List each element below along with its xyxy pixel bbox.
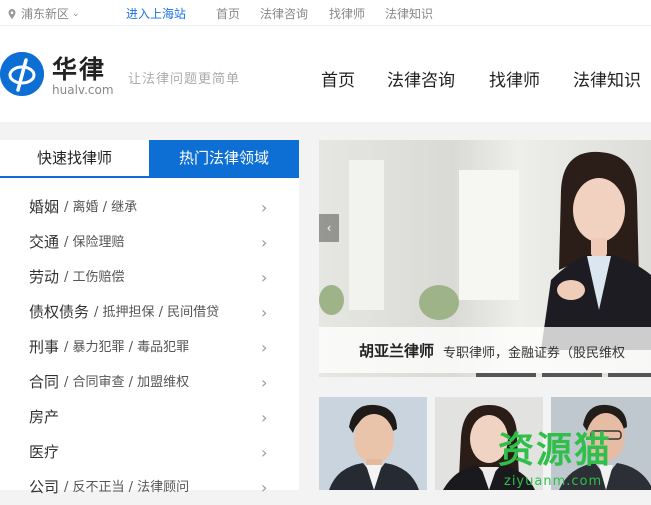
- top-utility-bar: 浦东新区 ⌄ 进入上海站 首页 法律咨询 找律师 法律知识: [0, 0, 651, 26]
- carousel-dot[interactable]: [476, 373, 536, 377]
- carousel-prev-button[interactable]: ‹: [319, 214, 339, 242]
- location-label: 浦东新区: [21, 7, 70, 21]
- location-selector[interactable]: 浦东新区 ⌄: [6, 5, 80, 22]
- category-main[interactable]: 债权债务: [29, 295, 89, 330]
- category-subs[interactable]: / 暴力犯罪 / 毒品犯罪: [64, 330, 189, 365]
- chevron-right-icon: ›: [261, 338, 268, 357]
- top-nav-find-lawyer[interactable]: 找律师: [329, 5, 365, 22]
- category-subs[interactable]: / 抵押担保 / 民间借贷: [94, 295, 219, 330]
- panel-tabs: 快速找律师 热门法律领域: [0, 140, 299, 178]
- category-item[interactable]: 婚姻 / 离婚 / 继承 ›: [0, 190, 299, 225]
- lawyer-photo-image: [319, 397, 427, 490]
- category-item[interactable]: 房产 ›: [0, 400, 299, 435]
- category-main[interactable]: 公司: [29, 470, 59, 505]
- top-nav-knowledge[interactable]: 法律知识: [385, 5, 433, 22]
- category-main[interactable]: 房产: [29, 400, 59, 435]
- brand-name[interactable]: 华律: [52, 50, 106, 86]
- chevron-down-icon: ⌄: [72, 8, 80, 19]
- brand-domain: hualv.com: [52, 83, 114, 97]
- plant-decor: [419, 285, 459, 320]
- category-item[interactable]: 债权债务 / 抵押担保 / 民间借贷 ›: [0, 295, 299, 330]
- tab-quick-find-lawyer[interactable]: 快速找律师: [0, 140, 149, 176]
- featured-lawyer-banner[interactable]: ‹ 胡亚兰律师 专职律师，金融证券（股民维权: [319, 140, 651, 377]
- category-main[interactable]: 婚姻: [29, 190, 59, 225]
- site-header: 华律 hualv.com 让法律问题更简单 首页 法律咨询 找律师 法律知识: [0, 26, 651, 122]
- category-subs[interactable]: / 保险理赔: [64, 225, 125, 260]
- chevron-right-icon: ›: [261, 268, 268, 287]
- enter-station-link[interactable]: 进入上海站: [126, 5, 186, 22]
- chevron-right-icon: ›: [261, 478, 268, 497]
- tab-hot-legal-areas[interactable]: 热门法律领域: [149, 140, 299, 176]
- category-item[interactable]: 刑事 / 暴力犯罪 / 毒品犯罪 ›: [0, 330, 299, 365]
- svg-text:资源猫: 资源猫: [498, 430, 612, 470]
- carousel-dot[interactable]: [608, 373, 651, 377]
- category-subs[interactable]: / 离婚 / 继承: [64, 190, 137, 225]
- svg-text:ziyuanm.com: ziyuanm.com: [504, 474, 602, 488]
- main-nav-home[interactable]: 首页: [321, 66, 355, 91]
- top-nav-consult[interactable]: 法律咨询: [260, 5, 308, 22]
- category-item[interactable]: 合同 / 合同审查 / 加盟维权 ›: [0, 365, 299, 400]
- category-main[interactable]: 合同: [29, 365, 59, 400]
- category-subs[interactable]: / 合同审查 / 加盟维权: [64, 365, 189, 400]
- category-item[interactable]: 医疗 ›: [0, 435, 299, 470]
- chevron-right-icon: ›: [261, 443, 268, 462]
- carousel-dot[interactable]: [542, 373, 602, 377]
- plant-decor: [319, 285, 344, 315]
- chevron-right-icon: ›: [261, 198, 268, 217]
- category-main[interactable]: 交通: [29, 225, 59, 260]
- banner-decor: [459, 170, 519, 300]
- category-main[interactable]: 刑事: [29, 330, 59, 365]
- slogan: 让法律问题更简单: [128, 72, 241, 87]
- lawyer-name[interactable]: 胡亚兰律师: [359, 340, 434, 361]
- category-item[interactable]: 劳动 / 工伤赔偿 ›: [0, 260, 299, 295]
- lawyer-description: 专职律师，金融证券（股民维权: [443, 346, 626, 361]
- main-nav-knowledge[interactable]: 法律知识: [573, 66, 641, 91]
- chevron-right-icon: ›: [261, 233, 268, 252]
- chevron-right-icon: ›: [261, 408, 268, 427]
- category-subs[interactable]: / 工伤赔偿: [64, 260, 125, 295]
- watermark-url: ziyuanm.com: [504, 472, 614, 492]
- main-nav-find-lawyer[interactable]: 找律师: [489, 66, 540, 91]
- category-main[interactable]: 医疗: [29, 435, 59, 470]
- banner-decor: [349, 160, 384, 310]
- chevron-right-icon: ›: [261, 373, 268, 392]
- main-nav-consult[interactable]: 法律咨询: [387, 66, 455, 91]
- chevron-right-icon: ›: [261, 303, 268, 322]
- category-subs[interactable]: / 反不正当 / 法律顾问: [64, 470, 189, 505]
- category-item[interactable]: 交通 / 保险理赔 ›: [0, 225, 299, 260]
- lawyer-portrait-image: [541, 151, 651, 350]
- legal-area-panel: 快速找律师 热门法律领域 婚姻 / 离婚 / 继承 › 交通 / 保险理赔 › …: [0, 140, 299, 497]
- banner-caption: 胡亚兰律师 专职律师，金融证券（股民维权: [319, 327, 651, 373]
- category-item[interactable]: 公司 / 反不正当 / 法律顾问 ›: [0, 470, 299, 505]
- logo-icon[interactable]: [0, 52, 44, 96]
- lawyer-photo-card[interactable]: [319, 397, 427, 490]
- top-nav-home[interactable]: 首页: [216, 5, 240, 22]
- category-main[interactable]: 劳动: [29, 260, 59, 295]
- location-pin-icon: [8, 8, 16, 19]
